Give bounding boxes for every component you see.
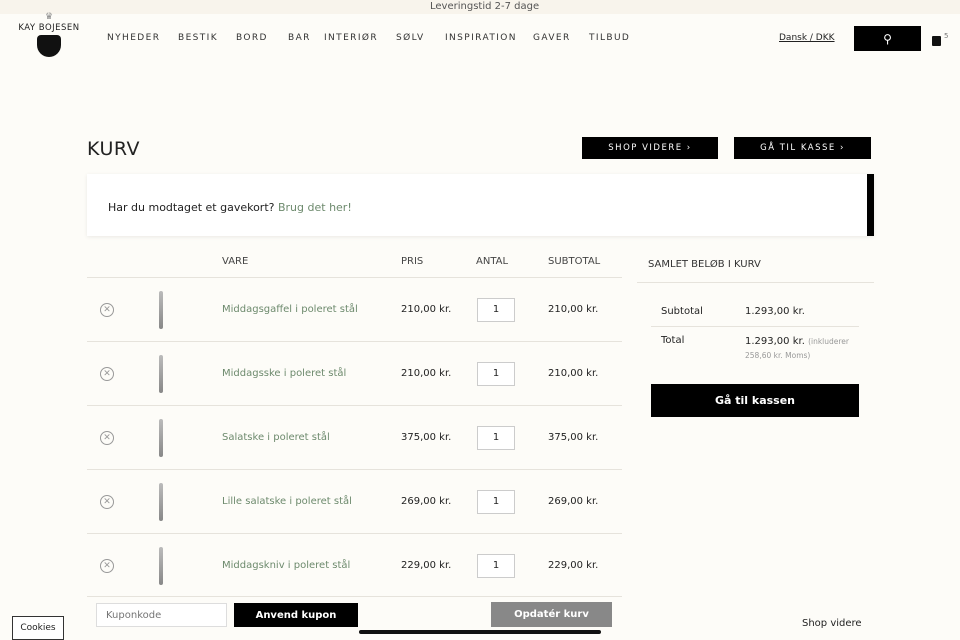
- row-subtotal: 375,00 kr.: [548, 432, 599, 443]
- cart-row: ✕ Salatske i poleret stål 375,00 kr. 1 3…: [87, 405, 622, 469]
- remove-icon[interactable]: ✕: [100, 559, 114, 573]
- product-name[interactable]: Lille salatske i poleret stål: [222, 496, 352, 507]
- header-qty: ANTAL: [476, 256, 509, 267]
- nav-interior[interactable]: INTERIØR: [324, 33, 378, 43]
- nav-inspiration[interactable]: INSPIRATION: [445, 33, 517, 43]
- gift-card-notice: Har du modtaget et gavekort? Brug det he…: [87, 174, 874, 236]
- cart-row: ✕ Lille salatske i poleret stål 269,00 k…: [87, 469, 622, 533]
- remove-icon[interactable]: ✕: [100, 367, 114, 381]
- product-image[interactable]: [159, 547, 163, 585]
- header-item: VARE: [222, 256, 249, 267]
- quantity-input[interactable]: 1: [477, 554, 515, 578]
- summary-total-label: Total: [661, 335, 685, 346]
- row-subtotal: 229,00 kr.: [548, 560, 599, 571]
- delivery-bar: Leveringstid 2-7 dage: [0, 0, 960, 14]
- nav-bar[interactable]: BAR: [288, 33, 311, 43]
- page-title: KURV: [87, 138, 141, 160]
- search-icon: ⚲: [883, 31, 892, 46]
- gift-link[interactable]: Brug det her!: [278, 201, 352, 214]
- shop-more-button[interactable]: SHOP VIDERE ›: [582, 137, 718, 159]
- row-subtotal: 210,00 kr.: [548, 368, 599, 379]
- product-price: 269,00 kr.: [401, 496, 452, 507]
- cart-row: ✕ Middagsgaffel i poleret stål 210,00 kr…: [87, 277, 622, 341]
- delivery-text: Leveringstid 2-7 dage: [430, 1, 540, 12]
- logo[interactable]: ♛ KAY BOJESEN: [18, 12, 80, 57]
- product-name[interactable]: Middagskniv i poleret stål: [222, 560, 350, 571]
- summary-subtotal-label: Subtotal: [661, 306, 703, 317]
- summary-title: SAMLET BELØB I KURV: [648, 259, 761, 270]
- row-subtotal: 269,00 kr.: [548, 496, 599, 507]
- header-subtotal: SUBTOTAL: [548, 256, 601, 267]
- product-image[interactable]: [159, 291, 163, 329]
- remove-icon[interactable]: ✕: [100, 431, 114, 445]
- remove-icon[interactable]: ✕: [100, 303, 114, 317]
- quantity-input[interactable]: 1: [477, 362, 515, 386]
- logo-text: KAY BOJESEN: [18, 23, 80, 33]
- quantity-input[interactable]: 1: [477, 490, 515, 514]
- product-image[interactable]: [159, 355, 163, 393]
- go-to-checkout-button[interactable]: Gå til kassen: [651, 384, 859, 417]
- home-indicator: [359, 630, 601, 634]
- product-image[interactable]: [159, 419, 163, 457]
- update-cart-button[interactable]: Opdatér kurv: [491, 602, 612, 627]
- product-price: 210,00 kr.: [401, 304, 452, 315]
- nav-bord[interactable]: BORD: [236, 33, 268, 43]
- nav-nyheder[interactable]: NYHEDER: [107, 33, 160, 43]
- row-subtotal: 210,00 kr.: [548, 304, 599, 315]
- coupon-input[interactable]: [96, 603, 227, 627]
- crown-icon: ♛: [44, 12, 54, 22]
- checkout-button[interactable]: GÅ TIL KASSE ›: [734, 137, 871, 159]
- product-name[interactable]: Middagsske i poleret stål: [222, 368, 346, 379]
- language-selector[interactable]: Dansk / DKK: [779, 33, 835, 43]
- search-button[interactable]: ⚲: [854, 26, 921, 51]
- product-name[interactable]: Middagsgaffel i poleret stål: [222, 304, 358, 315]
- nav-tilbud[interactable]: TILBUD: [589, 33, 630, 43]
- nav-bestik[interactable]: BESTIK: [178, 33, 218, 43]
- gift-text: Har du modtaget et gavekort?: [108, 201, 275, 214]
- cart-count: 5: [944, 32, 949, 40]
- cart-row: ✕ Middagskniv i poleret stål 229,00 kr. …: [87, 533, 622, 597]
- product-price: 375,00 kr.: [401, 432, 452, 443]
- shop-more-link[interactable]: Shop videre: [802, 618, 862, 629]
- cookies-button[interactable]: Cookies: [12, 616, 64, 640]
- divider: [87, 596, 622, 597]
- cart-row: ✕ Middagsske i poleret stål 210,00 kr. 1…: [87, 341, 622, 405]
- nav-gaver[interactable]: GAVER: [533, 33, 571, 43]
- bag-icon[interactable]: [932, 36, 941, 46]
- header-price: PRIS: [401, 256, 424, 267]
- product-price: 210,00 kr.: [401, 368, 452, 379]
- summary-total: 1.293,00 kr.: [745, 336, 805, 347]
- divider: [637, 282, 874, 283]
- product-price: 229,00 kr.: [401, 560, 452, 571]
- apply-coupon-button[interactable]: Anvend kupon: [234, 603, 358, 627]
- quantity-input[interactable]: 1: [477, 426, 515, 450]
- remove-icon[interactable]: ✕: [100, 495, 114, 509]
- nav-solv[interactable]: SØLV: [396, 33, 425, 43]
- quantity-input[interactable]: 1: [477, 298, 515, 322]
- product-image[interactable]: [159, 483, 163, 521]
- divider: [651, 326, 859, 327]
- summary-total-block: 1.293,00 kr. (inkluderer 258,60 kr. Moms…: [745, 335, 855, 363]
- product-name[interactable]: Salatske i poleret stål: [222, 432, 330, 443]
- summary-subtotal: 1.293,00 kr.: [745, 306, 805, 317]
- shield-icon: [37, 35, 61, 57]
